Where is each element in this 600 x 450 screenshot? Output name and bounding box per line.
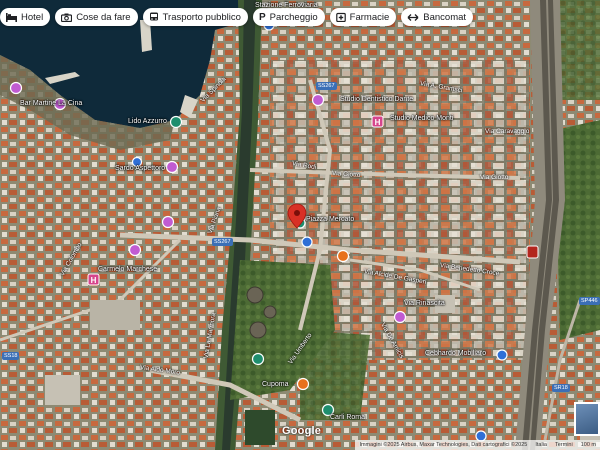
transit-poi-marker[interactable] — [496, 349, 508, 361]
attribution-bar: Immagini ©2025 Airbus, Maxar Technologie… — [355, 440, 600, 450]
road-shield: SS18 — [2, 352, 20, 360]
place-label-cebhardo[interactable]: Cebhardo Mobiliaro — [425, 350, 486, 357]
road-shield: SR18 — [552, 384, 570, 392]
shop-poi-marker[interactable] — [296, 377, 310, 391]
place-label-carmelo[interactable]: Carmelo Marchese — [98, 266, 157, 273]
road-label-giotto: Via Giotto — [480, 174, 509, 181]
chip-pharmacy[interactable]: Farmacie — [329, 8, 397, 26]
food-poi-marker[interactable] — [336, 249, 350, 263]
parking-icon: P — [258, 11, 266, 23]
place-label-central[interactable]: Piazza Mercato — [306, 216, 354, 223]
place-label-rinascita[interactable]: Via Rinascita — [404, 300, 445, 307]
country-link[interactable]: Italia — [535, 440, 547, 450]
pink-poi-marker[interactable] — [128, 243, 142, 257]
chip-public-transport[interactable]: Trasporto pubblico — [142, 8, 248, 26]
chip-hotel[interactable]: Hotel — [0, 8, 51, 26]
pink-poi-marker[interactable] — [393, 310, 407, 324]
road-label-caravaggio: Via Caravaggio — [485, 128, 530, 135]
svg-text:H: H — [375, 118, 381, 127]
chip-label: Cose da fare — [76, 11, 131, 23]
bed-icon — [6, 12, 17, 22]
camera-icon — [61, 13, 73, 22]
chip-parking[interactable]: P Parcheggio — [252, 8, 325, 26]
bus-icon — [149, 12, 159, 22]
category-chip-bar: Hotel Cose da fare Trasporto pubblico P … — [0, 8, 474, 26]
google-logo: Google — [282, 425, 322, 437]
park-poi-marker[interactable] — [251, 352, 265, 366]
place-label-cupoma[interactable]: Cupoma — [262, 381, 288, 388]
transit-poi-marker[interactable] — [301, 236, 313, 248]
place-label-liberta[interactable]: Bar Martine La Cina — [20, 100, 82, 107]
pink-poi-marker[interactable] — [9, 81, 23, 95]
atm-icon — [407, 13, 419, 22]
road-shield: SS267 — [212, 238, 233, 246]
place-label-eurospin[interactable]: Carli Roma — [330, 414, 365, 421]
place-label-medico[interactable]: Studio Medico Monti — [390, 115, 453, 122]
chip-label: Bancomat — [423, 11, 467, 23]
layer-thumbnail[interactable] — [574, 402, 600, 436]
pink-poi-marker[interactable] — [311, 93, 325, 107]
terms-link[interactable]: Termini — [555, 440, 573, 450]
chip-label: Farmacie — [349, 11, 390, 23]
road-shield: SP446 — [579, 297, 600, 305]
beach-poi-marker[interactable] — [169, 115, 183, 129]
hotel-poi-marker[interactable]: H — [87, 273, 100, 286]
chip-label: Trasporto pubblico — [162, 11, 241, 23]
pink-poi-marker[interactable] — [165, 160, 179, 174]
place-label-lido[interactable]: Lido Azzurro — [128, 118, 167, 125]
hospital-poi-marker[interactable]: H — [371, 115, 384, 128]
place-label-dentista[interactable]: Studio Dentistico Dante — [340, 96, 413, 103]
chip-label: Parcheggio — [269, 11, 318, 23]
place-label-sardo[interactable]: Sardo Aspettoro — [115, 165, 165, 172]
chip-things-to-do[interactable]: Cose da fare — [55, 8, 138, 26]
scale-label: 100 m — [580, 442, 596, 448]
train-station-marker[interactable] — [526, 245, 539, 259]
chip-label: Hotel — [21, 11, 44, 23]
pink-poi-marker[interactable] — [161, 215, 175, 229]
svg-text:H: H — [91, 276, 97, 285]
pharmacy-icon — [335, 12, 346, 22]
place-label-stazione[interactable]: Stazione Ferroviaria — [255, 2, 318, 9]
chip-atm[interactable]: Bancomat — [401, 8, 474, 26]
road-shield: SS267 — [316, 82, 337, 90]
satellite-map[interactable]: H H — [0, 0, 600, 450]
attribution-text: Immagini ©2025 Airbus, Maxar Technologie… — [359, 442, 528, 448]
